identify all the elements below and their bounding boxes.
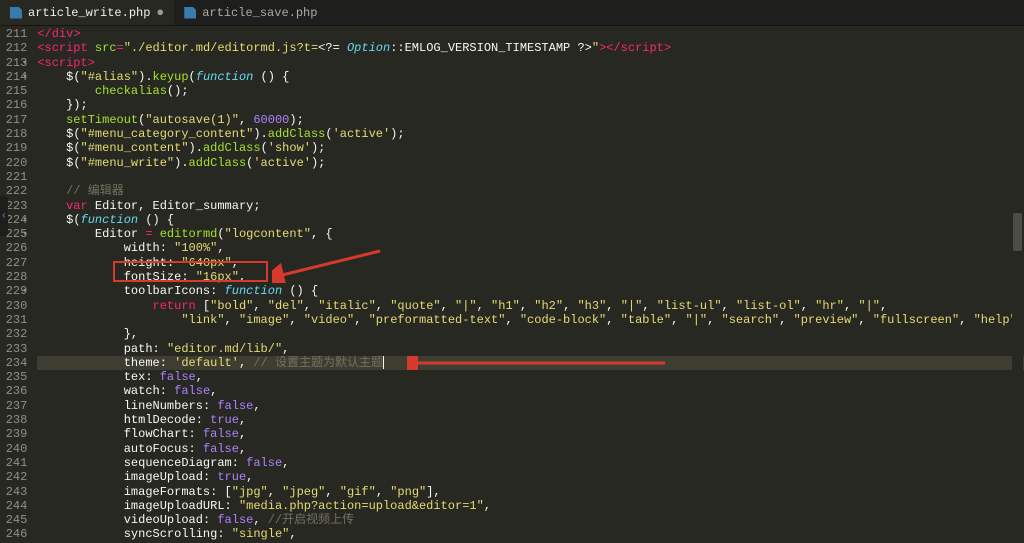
line-number[interactable]: 242 xyxy=(0,470,27,484)
fold-marker-icon[interactable]: ▾ xyxy=(22,213,32,227)
line-number[interactable]: 233 xyxy=(0,342,27,356)
fold-marker-icon[interactable]: ▾ xyxy=(22,70,32,84)
line-number[interactable]: 217 xyxy=(0,113,27,127)
code-line[interactable]: ▾ $(function () { xyxy=(37,213,1024,227)
line-number[interactable]: 218 xyxy=(0,127,27,141)
line-number[interactable]: 230 xyxy=(0,299,27,313)
chevron-left-icon: ‹ xyxy=(1,211,7,222)
line-number[interactable]: 237 xyxy=(0,399,27,413)
tab-bar: article_write.php ● article_save.php xyxy=(0,0,1024,26)
code-content[interactable]: </div><script src="./editor.md/editormd.… xyxy=(37,26,1024,543)
tab-label: article_write.php xyxy=(28,6,150,20)
line-number[interactable]: 241 xyxy=(0,456,27,470)
code-line[interactable]: }, xyxy=(37,327,1024,341)
vertical-scrollbar[interactable] xyxy=(1012,26,1023,542)
line-number[interactable]: 227 xyxy=(0,256,27,270)
code-line[interactable]: checkalias(); xyxy=(37,84,1024,98)
code-line[interactable]: imageUpload: true, xyxy=(37,470,1024,484)
php-file-icon xyxy=(184,7,196,19)
php-file-icon xyxy=(10,7,22,19)
line-number[interactable]: 246 xyxy=(0,527,27,541)
code-line[interactable]: setTimeout("autosave(1)", 60000); xyxy=(37,113,1024,127)
code-line[interactable]: fontSize: "16px", xyxy=(37,270,1024,284)
code-line[interactable]: ▾ toolbarIcons: function () { xyxy=(37,284,1024,298)
fold-marker-icon[interactable]: ▾ xyxy=(22,227,32,241)
line-number[interactable]: 219 xyxy=(0,141,27,155)
code-line[interactable]: imageUploadURL: "media.php?action=upload… xyxy=(37,499,1024,513)
line-number[interactable]: 240 xyxy=(0,442,27,456)
line-number[interactable]: 212 xyxy=(0,41,27,55)
code-line[interactable]: </div> xyxy=(37,27,1024,41)
code-line[interactable]: autoFocus: false, xyxy=(37,442,1024,456)
line-number[interactable]: 216 xyxy=(0,98,27,112)
code-line[interactable]: syncScrolling: "single", xyxy=(37,527,1024,541)
code-line[interactable]: tex: false, xyxy=(37,370,1024,384)
text-cursor xyxy=(383,356,384,369)
line-number[interactable]: 234 xyxy=(0,356,27,370)
line-number[interactable]: 244 xyxy=(0,499,27,513)
code-line[interactable]: imageFormats: ["jpg", "jpeg", "gif", "pn… xyxy=(37,485,1024,499)
scroll-thumb[interactable] xyxy=(1013,213,1022,251)
code-line[interactable]: var Editor, Editor_summary; xyxy=(37,199,1024,213)
code-line[interactable]: ▾ Editor = editormd("logcontent", { xyxy=(37,227,1024,241)
code-line[interactable]: watch: false, xyxy=(37,384,1024,398)
code-line[interactable]: path: "editor.md/lib/", xyxy=(37,342,1024,356)
line-number[interactable]: 239 xyxy=(0,427,27,441)
code-line[interactable]: "link", "image", "video", "preformatted-… xyxy=(37,313,1024,327)
code-line[interactable]: theme: 'default', // 设置主题为默认主题 xyxy=(37,356,1024,370)
line-number[interactable]: 245 xyxy=(0,513,27,527)
fold-marker-icon[interactable]: ▾ xyxy=(22,56,32,70)
line-number[interactable]: 236 xyxy=(0,384,27,398)
sidebar-toggle[interactable]: ‹ xyxy=(0,196,8,236)
code-line[interactable]: ▾<script> xyxy=(37,56,1024,70)
code-line[interactable]: $("#menu_category_content").addClass('ac… xyxy=(37,127,1024,141)
line-number[interactable]: 243 xyxy=(0,485,27,499)
code-line[interactable]: htmlDecode: true, xyxy=(37,413,1024,427)
editor-area: 2112122132142152162172182192202212222232… xyxy=(0,26,1024,543)
code-line[interactable]: $("#menu_write").addClass('active'); xyxy=(37,156,1024,170)
tab-article-save[interactable]: article_save.php xyxy=(174,0,327,25)
code-line[interactable]: $("#menu_content").addClass('show'); xyxy=(37,141,1024,155)
line-number[interactable]: 220 xyxy=(0,156,27,170)
code-line[interactable]: // 编辑器 xyxy=(37,184,1024,198)
line-number[interactable]: 232 xyxy=(0,327,27,341)
fold-marker-icon[interactable]: ▾ xyxy=(22,284,32,298)
code-line[interactable] xyxy=(37,170,1024,184)
line-number[interactable]: 211 xyxy=(0,27,27,41)
code-line[interactable]: height: "640px", xyxy=(37,256,1024,270)
code-line[interactable]: lineNumbers: false, xyxy=(37,399,1024,413)
line-number[interactable]: 226 xyxy=(0,241,27,255)
code-line[interactable]: width: "100%", xyxy=(37,241,1024,255)
line-number[interactable]: 221 xyxy=(0,170,27,184)
tab-label: article_save.php xyxy=(202,6,317,20)
code-line[interactable]: sequenceDiagram: false, xyxy=(37,456,1024,470)
code-line[interactable]: ▾ $("#alias").keyup(function () { xyxy=(37,70,1024,84)
code-line[interactable]: return ["bold", "del", "italic", "quote"… xyxy=(37,299,1024,313)
line-number[interactable]: 235 xyxy=(0,370,27,384)
code-line[interactable]: }); xyxy=(37,98,1024,112)
code-line[interactable]: flowChart: false, xyxy=(37,427,1024,441)
dirty-indicator-icon: ● xyxy=(156,5,164,20)
tab-article-write[interactable]: article_write.php ● xyxy=(0,0,174,25)
code-line[interactable]: videoUpload: false, //开启视频上传 xyxy=(37,513,1024,527)
line-number[interactable]: 231 xyxy=(0,313,27,327)
line-number[interactable]: 228 xyxy=(0,270,27,284)
code-line[interactable]: <script src="./editor.md/editormd.js?t=<… xyxy=(37,41,1024,55)
line-number[interactable]: 238 xyxy=(0,413,27,427)
line-number[interactable]: 215 xyxy=(0,84,27,98)
